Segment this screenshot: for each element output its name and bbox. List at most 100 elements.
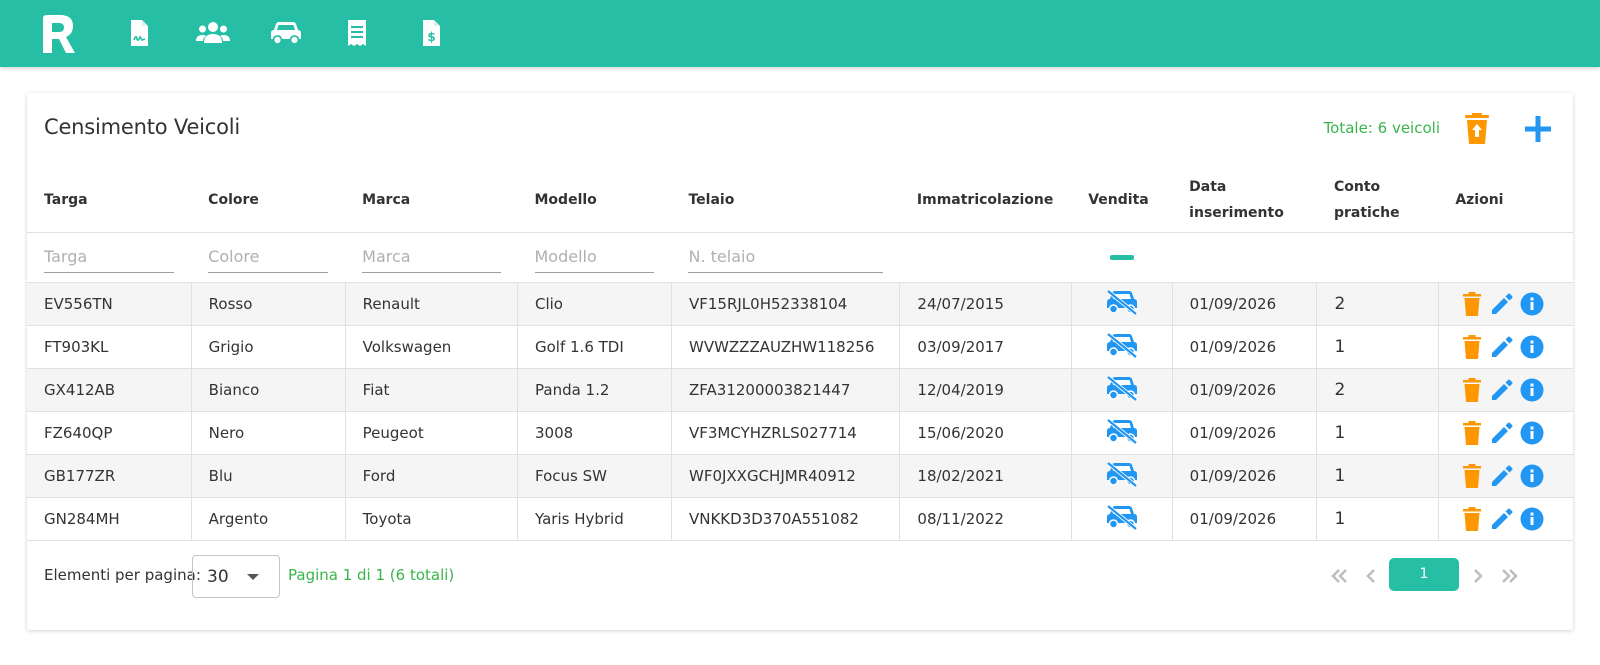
- info-icon[interactable]: [1519, 420, 1545, 446]
- edit-icon[interactable]: [1489, 291, 1515, 317]
- vendita-filter-toggle[interactable]: [1109, 254, 1134, 260]
- info-icon[interactable]: [1519, 334, 1545, 360]
- filter-targa-input[interactable]: [44, 241, 175, 273]
- cell-immatricolazione: 08/11/2022: [899, 497, 1072, 541]
- cell-marca: Peugeot: [345, 411, 519, 455]
- filter-telaio-input[interactable]: [688, 241, 883, 273]
- table-row[interactable]: FZ640QP Nero Peugeot 3008 VF3MCYHZRLS027714 1…: [27, 411, 1573, 455]
- cell-telaio: VF3MCYHZRLS027714: [671, 411, 901, 455]
- filter-modello-input[interactable]: [534, 241, 655, 273]
- cell-marca: Ford: [345, 454, 519, 498]
- cell-colore: Argento: [191, 497, 346, 541]
- prev-page-icon[interactable]: [1359, 564, 1383, 588]
- app-logo-icon[interactable]: [40, 14, 78, 54]
- info-icon[interactable]: [1519, 506, 1545, 532]
- per-page-value: 30: [207, 567, 229, 587]
- cell-conto-pratiche: 1: [1316, 454, 1439, 498]
- edit-icon[interactable]: [1489, 377, 1515, 403]
- invoice-dollar-icon[interactable]: $: [416, 18, 446, 48]
- top-navbar: $: [0, 0, 1600, 67]
- car-off-icon[interactable]: [1104, 288, 1140, 319]
- col-header-conto-pratiche[interactable]: Conto pratiche: [1317, 168, 1438, 232]
- info-icon[interactable]: [1519, 377, 1545, 403]
- car-icon[interactable]: [269, 18, 303, 48]
- delete-icon[interactable]: [1459, 463, 1485, 489]
- cell-conto-pratiche: 2: [1316, 368, 1439, 412]
- vehicles-card: Censimento Veicoli Totale: 6 veicoli Tar…: [27, 93, 1573, 630]
- cell-data-inserimento: 01/09/2026: [1172, 368, 1318, 412]
- document-signature-icon[interactable]: [124, 18, 154, 48]
- cell-data-inserimento: 01/09/2026: [1172, 454, 1318, 498]
- receipt-icon[interactable]: [342, 18, 372, 48]
- cell-modello: Yaris Hybrid: [517, 497, 672, 541]
- first-page-icon[interactable]: [1327, 564, 1351, 588]
- page-button-current[interactable]: 1: [1389, 558, 1459, 591]
- col-header-marca[interactable]: Marca: [345, 168, 517, 232]
- filter-row: [27, 232, 1573, 283]
- col-header-targa[interactable]: Targa: [27, 168, 191, 232]
- cell-azioni: [1438, 368, 1573, 412]
- delete-icon[interactable]: [1459, 506, 1485, 532]
- table-row[interactable]: GB177ZR Blu Ford Focus SW WF0JXXGCHJMR40912 1…: [27, 454, 1573, 498]
- car-off-icon[interactable]: [1104, 374, 1140, 405]
- table-row[interactable]: GX412AB Bianco Fiat Panda 1.2 ZFA31200003821…: [27, 368, 1573, 412]
- cell-marca: Volkswagen: [345, 325, 519, 369]
- cell-targa: GB177ZR: [27, 454, 192, 498]
- cell-azioni: [1438, 325, 1573, 369]
- car-off-icon[interactable]: [1104, 417, 1140, 448]
- edit-icon[interactable]: [1489, 420, 1515, 446]
- cell-vendita: [1071, 282, 1173, 326]
- svg-text:$: $: [427, 30, 435, 44]
- col-header-telaio[interactable]: Telaio: [671, 168, 899, 232]
- cell-colore: Grigio: [191, 325, 346, 369]
- edit-icon[interactable]: [1489, 334, 1515, 360]
- export-button-icon[interactable]: [1462, 113, 1492, 145]
- edit-icon[interactable]: [1489, 463, 1515, 489]
- cell-modello: Focus SW: [517, 454, 672, 498]
- car-off-icon[interactable]: [1104, 331, 1140, 362]
- edit-icon[interactable]: [1489, 506, 1515, 532]
- filter-colore-input[interactable]: [208, 241, 329, 273]
- delete-icon[interactable]: [1459, 334, 1485, 360]
- col-header-colore[interactable]: Colore: [191, 168, 345, 232]
- last-page-icon[interactable]: [1498, 564, 1522, 588]
- cell-vendita: [1071, 411, 1173, 455]
- per-page-label: Elementi per pagina:: [44, 566, 201, 584]
- col-header-modello[interactable]: Modello: [518, 168, 672, 232]
- info-icon[interactable]: [1519, 291, 1545, 317]
- info-icon[interactable]: [1519, 463, 1545, 489]
- users-icon[interactable]: [196, 18, 230, 48]
- add-vehicle-button[interactable]: [1522, 113, 1554, 145]
- col-header-immatricolazione[interactable]: Immatricolazione: [900, 168, 1071, 232]
- cell-marca: Renault: [345, 282, 519, 326]
- cell-targa: GX412AB: [27, 368, 192, 412]
- col-header-vendita[interactable]: Vendita: [1071, 168, 1172, 232]
- cell-conto-pratiche: 1: [1316, 325, 1439, 369]
- cell-vendita: [1071, 497, 1173, 541]
- delete-icon[interactable]: [1459, 291, 1485, 317]
- cell-azioni: [1438, 497, 1573, 541]
- delete-icon[interactable]: [1459, 420, 1485, 446]
- delete-icon[interactable]: [1459, 377, 1485, 403]
- table-row[interactable]: EV556TN Rosso Renault Clio VF15RJL0H52338104…: [27, 282, 1573, 326]
- filter-marca-input[interactable]: [362, 241, 501, 273]
- cell-data-inserimento: 01/09/2026: [1172, 497, 1318, 541]
- cell-colore: Bianco: [191, 368, 346, 412]
- per-page-select[interactable]: 30: [192, 555, 280, 598]
- next-page-icon[interactable]: [1466, 564, 1490, 588]
- cell-telaio: VNKKD3D370A551082: [671, 497, 901, 541]
- cell-data-inserimento: 01/09/2026: [1172, 411, 1318, 455]
- cell-conto-pratiche: 2: [1316, 282, 1439, 326]
- pagination-footer: Elementi per pagina: 30 Pagina 1 di 1 (6…: [44, 555, 1556, 598]
- page-title: Censimento Veicoli: [44, 115, 241, 139]
- cell-conto-pratiche: 1: [1316, 497, 1439, 541]
- table-row[interactable]: GN284MH Argento Toyota Yaris Hybrid VNKKD3D3…: [27, 497, 1573, 541]
- cell-immatricolazione: 12/04/2019: [899, 368, 1072, 412]
- car-off-icon[interactable]: [1104, 460, 1140, 491]
- table-row[interactable]: FT903KL Grigio Volkswagen Golf 1.6 TDI WVWZZ…: [27, 325, 1573, 369]
- col-header-data-inserimento[interactable]: Data inserimento: [1172, 168, 1317, 232]
- car-off-icon[interactable]: [1104, 503, 1140, 534]
- cell-targa: FZ640QP: [27, 411, 192, 455]
- cell-vendita: [1071, 454, 1173, 498]
- cell-colore: Rosso: [191, 282, 346, 326]
